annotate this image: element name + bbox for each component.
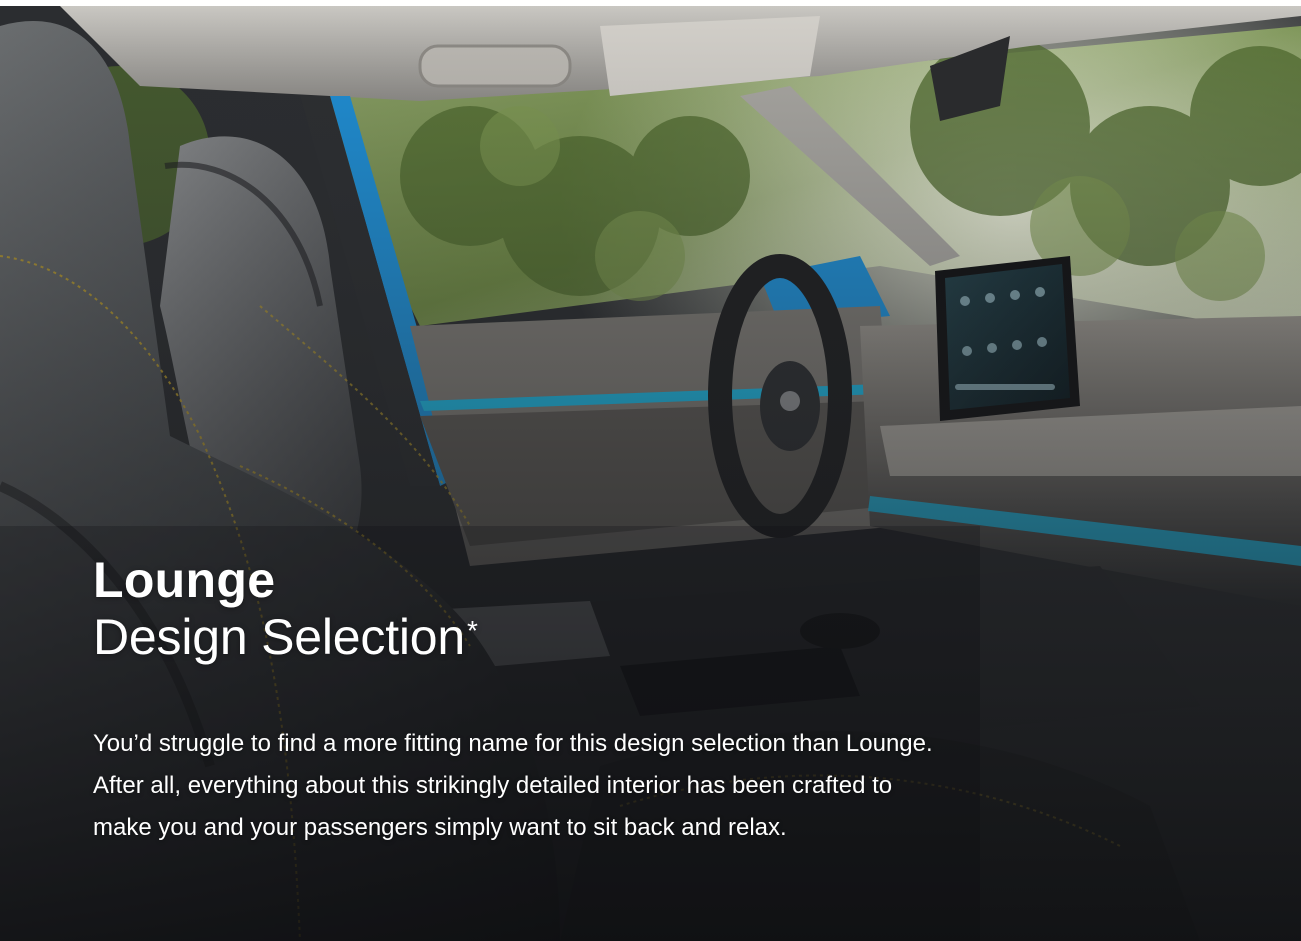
heading-title-light: Design Selection* [93, 608, 478, 666]
heading-title-bold: Lounge [93, 552, 276, 608]
footnote-marker: * [467, 615, 478, 646]
heading-title-light-text: Design Selection [93, 609, 466, 665]
description-paragraph: You’d struggle to find a more fitting na… [93, 730, 933, 841]
brochure-page: Lounge Design Selection* You’d struggle … [0, 0, 1301, 941]
section-heading: Lounge Design Selection* [93, 552, 478, 666]
